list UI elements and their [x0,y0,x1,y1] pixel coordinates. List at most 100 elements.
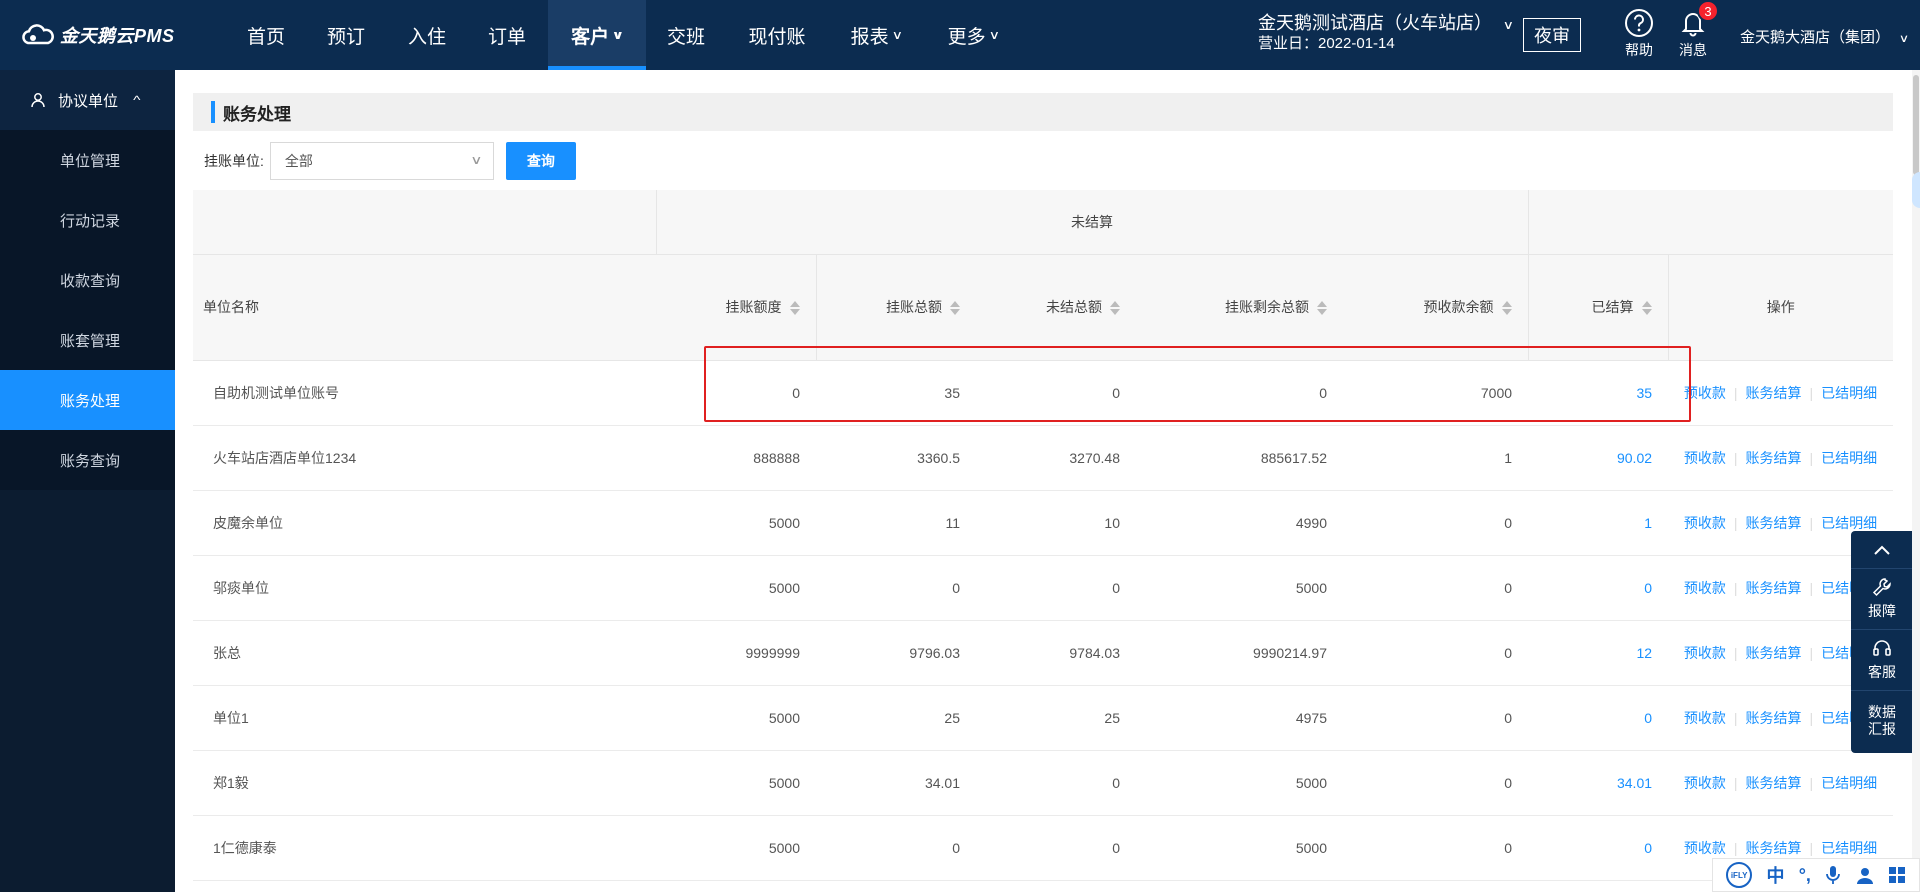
settle-link[interactable]: 账务结算 [1746,580,1802,596]
sidebar-item-account-query[interactable]: 账务查询 [0,430,175,490]
settle-link[interactable]: 账务结算 [1746,515,1802,531]
grid-menu-icon[interactable] [1888,866,1906,884]
scroll-to-top-button[interactable] [1851,531,1913,569]
settled-detail-link[interactable]: 已结明细 [1821,840,1877,856]
cell-settled-link[interactable]: 1 [1528,490,1669,556]
sidebar-section-agreement-units[interactable]: 协议单位 ^ [0,70,175,130]
cell-unsettled-total: 0 [976,750,1136,816]
cell-settled-link[interactable]: 90.02 [1528,425,1669,491]
prepay-link[interactable]: 预收款 [1684,710,1726,726]
microphone-icon[interactable] [1825,865,1841,885]
settled-detail-link[interactable]: 已结明细 [1821,385,1877,401]
header-unsettled-total[interactable]: 未结总额 [976,254,1136,361]
nav-item-customers[interactable]: 客户 ∨ [548,0,646,70]
nav-item-orders[interactable]: 订单 [466,0,548,70]
chevron-down-icon: ∨ [470,153,483,167]
header-settled[interactable]: 已结算 [1527,254,1669,361]
cell-settled-link[interactable]: 35 [1528,360,1669,426]
settled-detail-link[interactable]: 已结明细 [1821,450,1877,466]
cell-unit-name: 皮魔余单位 [193,490,656,556]
prepay-link[interactable]: 预收款 [1684,385,1726,401]
nav-item-shift[interactable]: 交班 [646,0,726,70]
sort-icon[interactable] [1501,299,1512,317]
cell-prepaid-balance: 0 [1343,815,1529,881]
separator: | [1809,839,1814,856]
nav-item-more[interactable]: 更多 ∨ [924,0,1022,70]
app-logo[interactable]: 金天鹅云PMS [20,22,175,48]
data-report-button[interactable]: 数据 汇报 [1851,691,1913,751]
settle-link[interactable]: 账务结算 [1746,775,1802,791]
header-prepaid-balance[interactable]: 预收款余额 [1343,254,1529,361]
cell-settled-link[interactable]: 34.01 [1528,750,1669,816]
headset-icon [1873,640,1891,656]
group-switcher[interactable]: 金天鹅大酒店（集团） ∨ [1740,26,1909,47]
night-audit-button[interactable]: 夜审 [1523,18,1581,52]
sidebar-item-action-records[interactable]: 行动记录 [0,190,175,250]
cell-total-credit: 0 [816,555,976,621]
cell-settled-link[interactable]: 0 [1528,685,1669,751]
prepay-link[interactable]: 预收款 [1684,775,1726,791]
cell-remaining-total: 4975 [1136,685,1343,751]
settle-link[interactable]: 账务结算 [1746,450,1802,466]
sidebar-item-unit-management[interactable]: 单位管理 [0,130,175,190]
separator: | [1733,774,1738,791]
chinese-mode-toggle[interactable]: 中 [1766,862,1784,888]
sidebar-item-account-sets[interactable]: 账套管理 [0,310,175,370]
scrollbar-thumb[interactable] [1913,75,1919,175]
cell-unit-name: 张总 [193,620,656,686]
prepay-link[interactable]: 预收款 [1684,580,1726,596]
punctuation-icon[interactable]: °, [1799,865,1811,886]
sort-icon[interactable] [1317,299,1327,317]
header-credit-limit[interactable]: 挂账额度 [656,254,816,361]
header-remaining-total[interactable]: 挂账剩余总额 [1136,254,1343,361]
customer-service-button[interactable]: 客服 [1851,630,1913,691]
chevron-down-icon: ∨ [988,28,1000,42]
side-pull-tab[interactable] [1912,172,1920,208]
query-button[interactable]: 查询 [505,142,576,180]
sort-icon[interactable] [1641,299,1652,317]
prepay-link[interactable]: 预收款 [1684,515,1726,531]
nav-item-reports[interactable]: 报表 ∨ [828,0,924,70]
user-icon[interactable] [1856,866,1874,884]
table-row: 火车站店酒店单位1234 888888 3360.5 3270.48 885617.52… [193,425,1894,491]
settle-link[interactable]: 账务结算 [1746,840,1802,856]
ifly-logo-icon[interactable]: iFLY [1726,862,1753,888]
sort-icon[interactable] [789,299,800,317]
prepay-link[interactable]: 预收款 [1684,450,1726,466]
cell-unit-name: 火车站店酒店单位1234 [193,425,656,491]
separator: | [1809,709,1814,726]
settle-link[interactable]: 账务结算 [1746,645,1802,661]
settled-detail-link[interactable]: 已结明细 [1821,775,1877,791]
report-issue-button[interactable]: 报障 [1851,569,1913,630]
credit-unit-select[interactable]: 全部 ∨ [269,142,494,180]
prepay-link[interactable]: 预收款 [1684,645,1726,661]
sort-icon[interactable] [950,299,960,317]
separator: | [1809,644,1814,661]
messages-button[interactable]: 消息 3 [1673,0,1719,60]
sidebar-item-accounting[interactable]: 账务处理 [0,370,175,430]
nav-item-reservation[interactable]: 预订 [304,0,388,70]
hotel-switcher[interactable]: 金天鹅测试酒店（火车站店） ∨ 营业日：2022-01-14 [1258,12,1515,53]
settle-link[interactable]: 账务结算 [1746,385,1802,401]
settle-link[interactable]: 账务结算 [1746,710,1802,726]
prepay-link[interactable]: 预收款 [1684,840,1726,856]
help-button[interactable]: 帮助 [1619,8,1659,60]
nav-item-cash-account[interactable]: 现付账 [726,0,828,70]
table-row: 皮魔余单位 5000 11 10 4990 0 1 预收款 | 账务结算 | 已结明细 [193,490,1894,556]
cell-total-credit: 0 [816,815,976,881]
header-total-credit[interactable]: 挂账总额 [815,254,976,361]
nav-item-home[interactable]: 首页 [228,0,304,70]
sidebar-item-payment-query[interactable]: 收款查询 [0,250,175,310]
cell-settled-link[interactable]: 0 [1528,555,1669,621]
settled-detail-link[interactable]: 已结明细 [1821,515,1877,531]
nav-item-checkin[interactable]: 入住 [388,0,466,70]
wrench-icon [1872,578,1891,597]
cell-unsettled-total: 10 [976,490,1136,556]
message-count-badge: 3 [1697,0,1719,22]
main-nav: 首页 预订 入住 订单 客户 ∨ 交班 现付账 报表 ∨ 更多 ∨ [228,0,1022,70]
cell-settled-link[interactable]: 0 [1528,815,1669,881]
chevron-down-icon: ∨ [1502,18,1515,32]
sort-icon[interactable] [1110,299,1120,317]
cell-settled-link[interactable]: 12 [1528,620,1669,686]
separator: | [1809,579,1814,596]
